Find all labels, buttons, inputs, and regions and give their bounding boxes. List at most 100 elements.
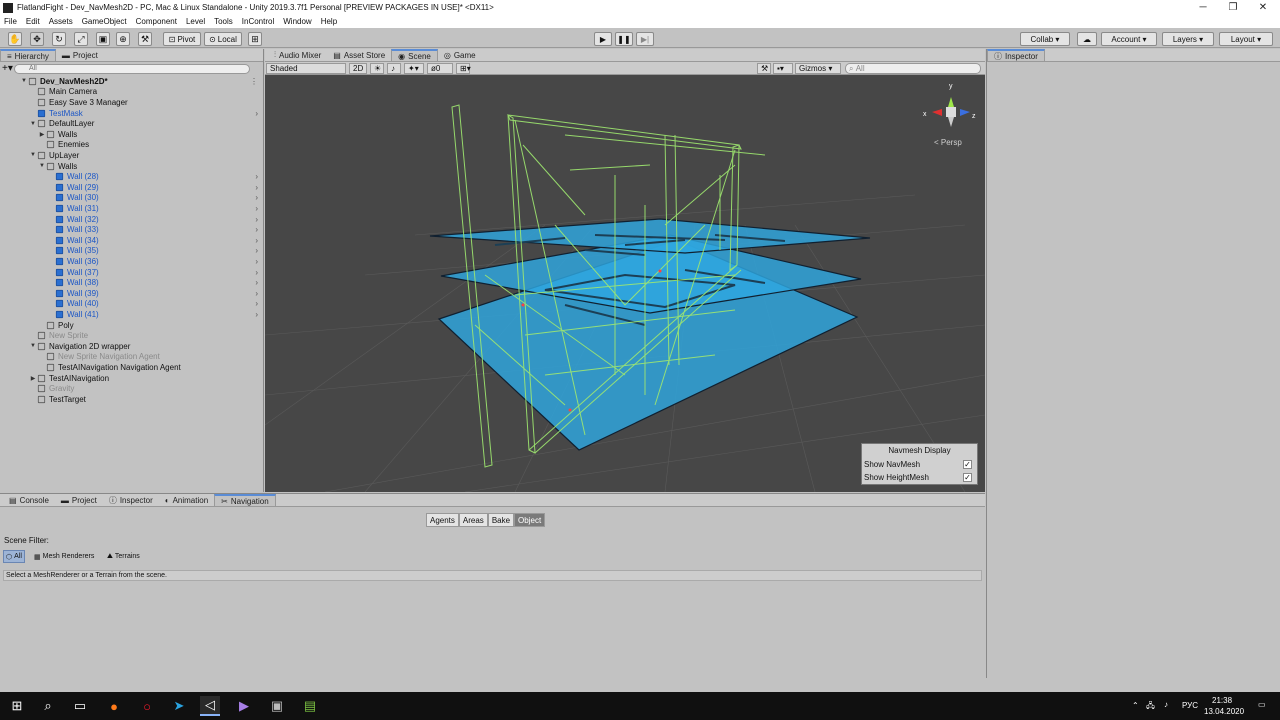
open-prefab-arrow-icon[interactable]: › bbox=[255, 299, 258, 308]
hierarchy-row[interactable]: Wall (40) › bbox=[0, 299, 262, 310]
scale-tool-icon[interactable]: ⤢ bbox=[74, 32, 88, 46]
scene-viewport[interactable]: y x z < Persp Navmesh Display Show NavMe… bbox=[265, 75, 985, 492]
nav-tab-agents[interactable]: Agents bbox=[426, 513, 459, 527]
open-prefab-arrow-icon[interactable]: › bbox=[255, 278, 258, 287]
tab-project-bottom[interactable]: ▬ Project bbox=[55, 494, 103, 506]
hierarchy-row[interactable]: Easy Save 3 Manager bbox=[0, 97, 262, 108]
hierarchy-row[interactable]: Enemies bbox=[0, 140, 262, 151]
open-prefab-arrow-icon[interactable]: › bbox=[255, 172, 258, 181]
hierarchy-search-input[interactable] bbox=[14, 63, 250, 74]
open-prefab-arrow-icon[interactable]: › bbox=[255, 310, 258, 319]
menu-edit[interactable]: Edit bbox=[26, 17, 40, 26]
volume-icon[interactable]: ♪ bbox=[1164, 700, 1168, 709]
orientation-gizmo[interactable]: y x z < Persp bbox=[923, 83, 976, 147]
hierarchy-row[interactable]: Wall (29) › bbox=[0, 182, 262, 193]
show-heightmesh-row[interactable]: Show HeightMesh ✓ bbox=[862, 471, 977, 484]
audio-icon[interactable]: ♪ bbox=[387, 63, 401, 74]
expand-arrow-down-icon[interactable]: ▼ bbox=[38, 163, 46, 169]
search-icon[interactable]: ⌕ bbox=[38, 696, 58, 716]
clock-date[interactable]: 13.04.2020 bbox=[1204, 707, 1244, 716]
expand-arrow-down-icon[interactable]: ▼ bbox=[29, 152, 37, 158]
tab-game[interactable]: ◎ Game bbox=[438, 49, 482, 61]
filter-mesh-renderers-button[interactable]: ▦ Mesh Renderers bbox=[32, 550, 96, 563]
pivot-button[interactable]: ⊡ Pivot bbox=[163, 32, 201, 46]
hierarchy-row[interactable]: TestMask › bbox=[0, 108, 262, 119]
network-icon[interactable]: 🖧 bbox=[1146, 700, 1155, 714]
hierarchy-row[interactable]: Wall (30) › bbox=[0, 193, 262, 204]
hierarchy-row[interactable]: Poly bbox=[0, 320, 262, 331]
hierarchy-row[interactable]: ▶ TestAINavigation bbox=[0, 373, 262, 384]
open-prefab-arrow-icon[interactable]: › bbox=[255, 257, 258, 266]
play-button[interactable]: ▶ bbox=[594, 32, 612, 46]
grid-snap-icon[interactable]: ⊞ bbox=[248, 32, 262, 46]
menu-help[interactable]: Help bbox=[321, 17, 337, 26]
hierarchy-row[interactable]: Gravity bbox=[0, 383, 262, 394]
menu-tools[interactable]: Tools bbox=[214, 17, 233, 26]
hierarchy-row[interactable]: Wall (35) › bbox=[0, 246, 262, 257]
move-tool-icon[interactable]: ✥ bbox=[30, 32, 44, 46]
scene-search-input[interactable]: ⌕ All bbox=[845, 63, 981, 74]
camera-icon[interactable]: ▪▾ bbox=[773, 63, 793, 74]
hierarchy-row[interactable]: ▼ Navigation 2D wrapper bbox=[0, 341, 262, 352]
menu-component[interactable]: Component bbox=[136, 17, 177, 26]
open-prefab-arrow-icon[interactable]: › bbox=[255, 225, 258, 234]
pause-button[interactable]: ❚❚ bbox=[615, 32, 633, 46]
hierarchy-row[interactable]: ▼ Walls bbox=[0, 161, 262, 172]
hierarchy-row[interactable]: Wall (28) › bbox=[0, 171, 262, 182]
hierarchy-row[interactable]: ▼ DefaultLayer bbox=[0, 118, 262, 129]
hierarchy-row[interactable]: Wall (31) › bbox=[0, 203, 262, 214]
tab-animation[interactable]: ◐ Animation bbox=[159, 494, 214, 506]
layers-dropdown[interactable]: Layers ▾ bbox=[1162, 32, 1214, 46]
transform-tool-icon[interactable]: ⊕ bbox=[116, 32, 130, 46]
menu-assets[interactable]: Assets bbox=[49, 17, 73, 26]
open-prefab-arrow-icon[interactable]: › bbox=[255, 204, 258, 213]
account-dropdown[interactable]: Account ▾ bbox=[1101, 32, 1157, 46]
tab-inspector-bottom[interactable]: ⓘ Inspector bbox=[103, 494, 159, 506]
expand-arrow-right-icon[interactable]: ▶ bbox=[29, 375, 37, 382]
hierarchy-row[interactable]: Wall (39) › bbox=[0, 288, 262, 299]
language-indicator[interactable]: РУС bbox=[1182, 701, 1198, 710]
hidden-objects-toggle[interactable]: ø0 bbox=[427, 63, 453, 74]
close-icon[interactable]: ✕ bbox=[1248, 0, 1278, 15]
expand-arrow-right-icon[interactable]: ▶ bbox=[38, 131, 46, 138]
menu-gameobject[interactable]: GameObject bbox=[82, 17, 127, 26]
hand-tool-icon[interactable]: ✋ bbox=[8, 32, 22, 46]
open-prefab-arrow-icon[interactable]: › bbox=[255, 183, 258, 192]
minimize-icon[interactable]: ─ bbox=[1188, 0, 1218, 15]
tab-inspector-right[interactable]: ⓘ Inspector bbox=[987, 49, 1045, 61]
step-button[interactable]: ▶| bbox=[636, 32, 654, 46]
hierarchy-row[interactable]: Wall (37) › bbox=[0, 267, 262, 278]
hierarchy-row[interactable]: New Sprite bbox=[0, 330, 262, 341]
hierarchy-row[interactable]: Main Camera bbox=[0, 87, 262, 98]
gizmos-dropdown[interactable]: Gizmos ▾ bbox=[795, 63, 841, 74]
firefox-icon[interactable]: ● bbox=[104, 696, 124, 716]
expand-arrow-down-icon[interactable]: ▼ bbox=[29, 121, 37, 127]
hierarchy-row[interactable]: Wall (41) › bbox=[0, 309, 262, 320]
show-navmesh-row[interactable]: Show NavMesh ✓ bbox=[862, 458, 977, 471]
shading-mode-dropdown[interactable]: Shaded bbox=[266, 63, 346, 74]
tab-console[interactable]: ▤ Console bbox=[3, 494, 55, 506]
filter-terrains-button[interactable]: ⛰ Terrains bbox=[105, 550, 142, 563]
local-button[interactable]: ⊙ Local bbox=[204, 32, 242, 46]
hierarchy-row[interactable]: ▼ UpLayer bbox=[0, 150, 262, 161]
nav-tab-object[interactable]: Object bbox=[514, 513, 546, 527]
task-view-icon[interactable]: ▭ bbox=[70, 696, 90, 716]
open-prefab-arrow-icon[interactable]: › bbox=[255, 215, 258, 224]
visual-studio-icon[interactable]: ▶ bbox=[234, 696, 254, 716]
hierarchy-row[interactable]: New Sprite Navigation Agent bbox=[0, 352, 262, 363]
tab-hierarchy[interactable]: ≡ Hierarchy bbox=[0, 49, 56, 61]
hierarchy-row[interactable]: ▼ Dev_NavMesh2D* ⋮ bbox=[0, 76, 262, 87]
tab-asset-store[interactable]: ▤ Asset Store bbox=[327, 49, 391, 61]
open-prefab-arrow-icon[interactable]: › bbox=[255, 289, 258, 298]
rect-tool-icon[interactable]: ▣ bbox=[96, 32, 110, 46]
custom-tool-icon[interactable]: ⚒ bbox=[138, 32, 152, 46]
grid-icon[interactable]: ⊞▾ bbox=[456, 63, 471, 74]
open-prefab-arrow-icon[interactable]: › bbox=[255, 236, 258, 245]
rotate-tool-icon[interactable]: ↻ bbox=[52, 32, 66, 46]
menu-incontrol[interactable]: InControl bbox=[242, 17, 274, 26]
collab-button[interactable]: Collab ▾ bbox=[1020, 32, 1070, 46]
show-heightmesh-checkbox[interactable]: ✓ bbox=[963, 473, 972, 482]
open-prefab-arrow-icon[interactable]: › bbox=[255, 246, 258, 255]
tab-audio-mixer[interactable]: ⫶ Audio Mixer bbox=[268, 49, 327, 61]
expand-arrow-down-icon[interactable]: ▼ bbox=[29, 343, 37, 349]
